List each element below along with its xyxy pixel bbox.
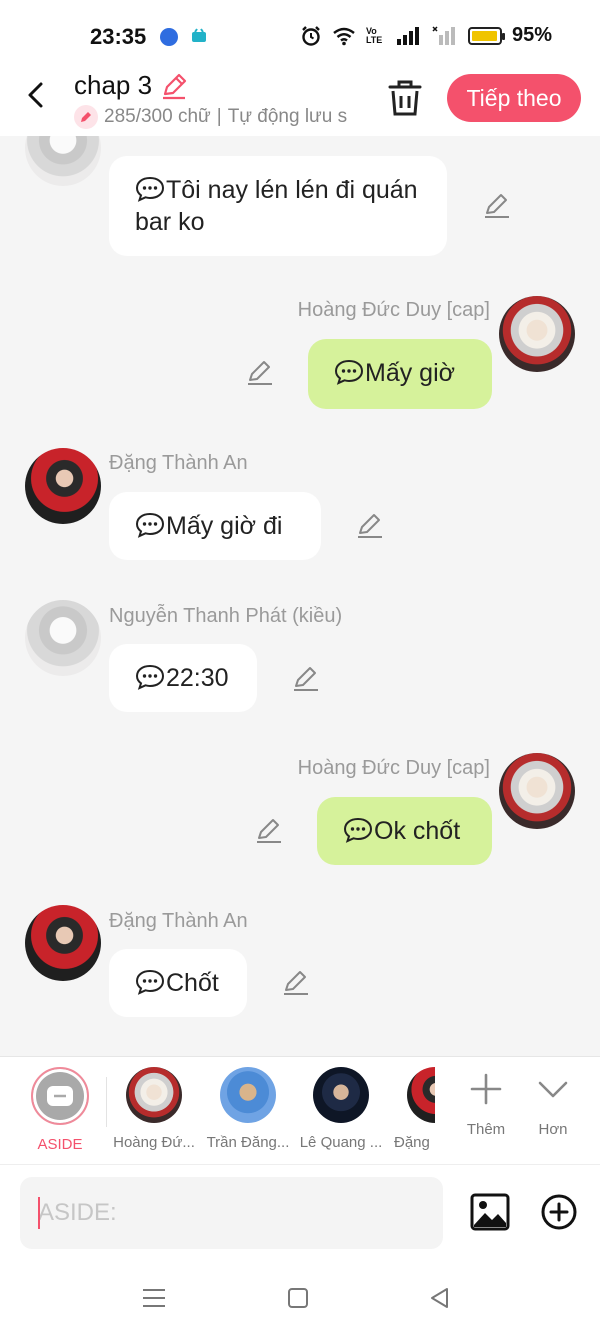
speech-bubble-icon [135,512,165,538]
chevron-down-icon [538,1081,568,1098]
battery-icon [467,26,505,45]
separator: | [216,106,222,127]
speech-bubble-icon [343,817,373,843]
avatar-an[interactable] [25,448,101,524]
chat-thread[interactable]: Tôi nay lén lén đi quán bar ko Hoàng Đức… [0,136,600,1056]
message-text: Mấy giờ [365,359,456,387]
system-nav-bar [0,1264,600,1333]
message-text: 22:30 [166,664,229,692]
message-bubble[interactable]: 22:30 [109,644,257,712]
character-name: Lê Quang ... [299,1134,383,1151]
speech-bubble-icon [135,969,165,995]
text-caret [38,1197,40,1229]
edit-message-pencil-icon[interactable] [483,192,511,220]
speech-bubble-icon [135,176,165,202]
add-circle-icon[interactable] [540,1193,578,1231]
volte-label: Vo LTE [365,25,383,45]
editor-header: chap 3 285/300 chữ | Tự động lưu s Tiếp … [0,66,600,136]
chapter-title[interactable]: chap 3 [74,70,152,101]
message-text: Tôi nay lén lén đi quán bar ko [135,176,418,236]
sender-name: Hoàng Đức Duy [cap] [297,299,490,321]
sender-name: Nguyễn Thanh Phát (kiều) [109,605,343,627]
message-text: Ok chốt [374,817,461,845]
character-name: ASIDE [37,1136,83,1153]
word-count: 285/300 chữ [104,106,211,127]
avatar [313,1067,369,1123]
avatar-an[interactable] [25,905,101,981]
message-bubble[interactable]: Mấy giờ [308,339,492,409]
menu-icon[interactable] [140,1284,168,1312]
avatar [126,1067,182,1123]
message-text: Chốt [166,969,219,997]
edit-message-pencil-icon[interactable] [282,969,310,997]
edit-message-pencil-icon[interactable] [292,665,320,693]
plus-icon [470,1073,502,1105]
more-characters-button[interactable]: Hơn [508,1067,598,1138]
signal-icon [396,26,419,45]
sender-name: Hoàng Đức Duy [cap] [297,757,490,779]
message-bubble[interactable]: Mấy giờ đi [109,492,321,560]
avatar-duy[interactable] [499,296,575,372]
battery-percent: 95% [511,24,552,46]
edit-message-pencil-icon[interactable] [255,817,283,845]
character-selector: ASIDE Hoàng Đứ... Trần Đăng... Lê Quang … [0,1056,600,1164]
image-icon[interactable] [470,1193,510,1231]
back-triangle-icon[interactable] [426,1284,454,1312]
signal-icon-no-service [432,25,455,45]
speech-bubble-icon [334,359,364,385]
message-text: Mấy giờ đi [166,512,283,540]
alarm-icon [302,25,320,46]
character-name: Đặng [394,1134,430,1151]
more-characters-label: Hơn [538,1121,568,1138]
status-bar: 23:35 Vo LTE 95% [0,0,600,66]
composer [0,1164,600,1264]
word-count-row: 285/300 chữ | Tự động lưu s [74,105,364,129]
browser-app-icon [160,28,178,46]
character-name: Trần Đăng... [206,1134,290,1151]
avatar-phat[interactable] [25,600,101,676]
trash-icon[interactable] [386,78,424,118]
status-icons: Vo LTE 95% [300,24,552,47]
message-bubble[interactable]: Chốt [109,949,247,1017]
avatar [220,1067,276,1123]
edit-message-pencil-icon[interactable] [356,512,384,540]
character-name: Hoàng Đứ... [113,1134,195,1151]
avatar-duy[interactable] [499,753,575,829]
character-le-quang[interactable]: Lê Quang ... [296,1067,386,1151]
battery-fill [471,30,497,41]
back-arrow-icon[interactable] [22,80,52,110]
avatar-phat[interactable] [25,136,101,186]
character-duy[interactable]: Hoàng Đứ... [109,1067,199,1151]
status-time: 23:35 [90,24,147,49]
sender-name: Đặng Thành An [109,910,248,932]
shop-app-icon [192,28,206,42]
wifi-icon [333,27,355,45]
message-bubble[interactable]: Ok chốt [317,797,492,865]
edit-message-pencil-icon[interactable] [246,359,274,387]
character-dang[interactable]: Đặng [390,1067,435,1151]
pencil-badge-icon [74,105,98,129]
character-aside[interactable]: ASIDE [15,1067,105,1153]
message-input[interactable] [20,1177,443,1249]
character-tran-dang[interactable]: Trần Đăng... [203,1067,293,1151]
sender-name: Đặng Thành An [109,452,248,474]
speech-bubble-icon [135,664,165,690]
title-block: chap 3 285/300 chữ | Tự động lưu s [74,70,364,129]
home-icon[interactable] [284,1284,312,1312]
divider [106,1077,107,1127]
avatar [407,1067,435,1123]
edit-title-pencil-icon[interactable] [160,72,188,100]
autosave-label: Tự động lưu s [227,106,348,127]
aside-icon [31,1067,89,1125]
message-bubble[interactable]: Tôi nay lén lén đi quán bar ko [109,156,447,256]
next-button[interactable]: Tiếp theo [447,74,581,122]
